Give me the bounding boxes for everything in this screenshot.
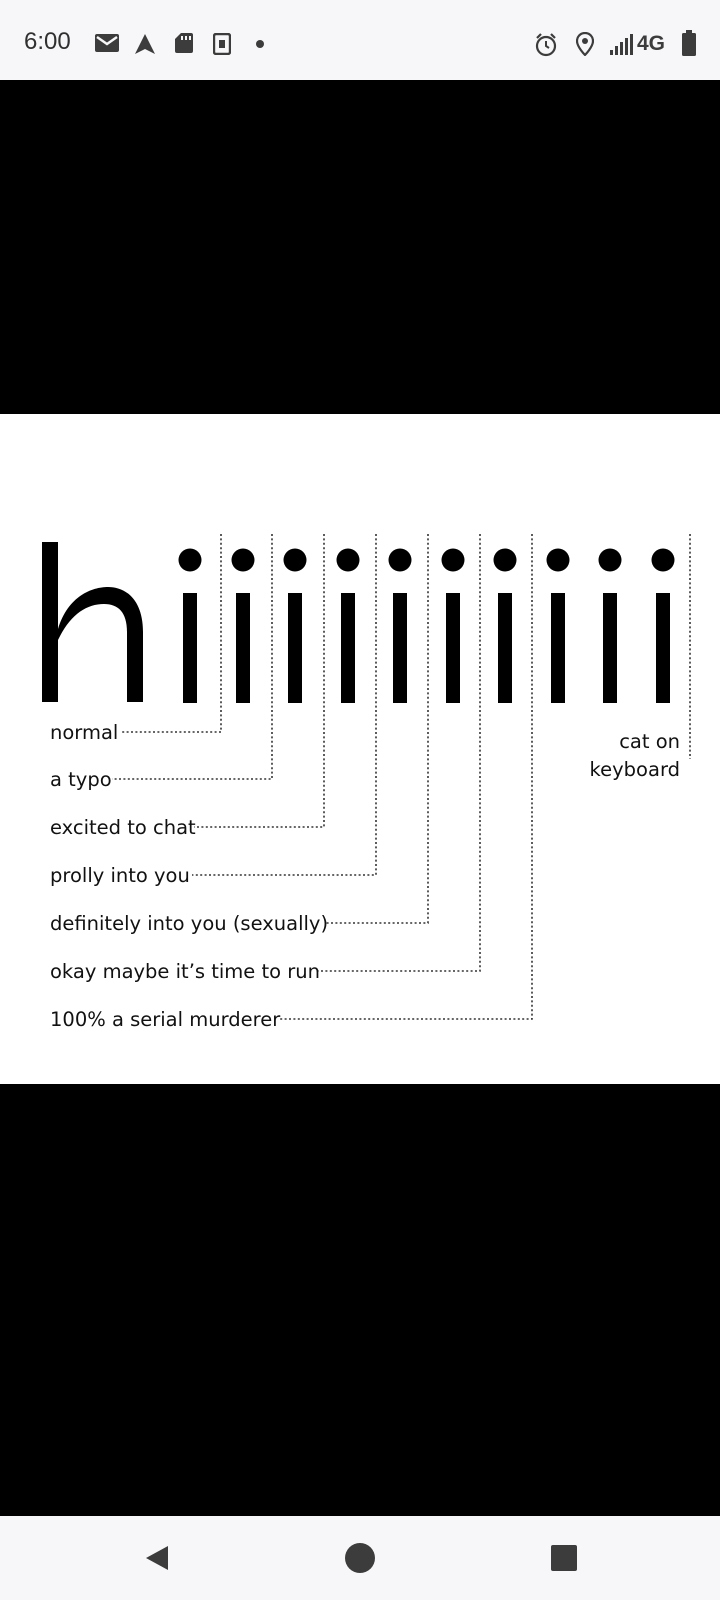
letter-i-group [178,548,675,703]
label-serial-murderer: 100% a serial murderer [50,1008,281,1031]
label-normal: normal [50,721,119,744]
location-icon [576,32,594,56]
nav-bar [0,1516,720,1600]
navigation-icon [135,34,155,54]
label-a-typo: a typo [50,768,112,791]
label-time-to-run: okay maybe it’s time to run [50,960,321,983]
gmail-icon [95,34,119,52]
sd-card-icon [175,33,193,53]
recents-button[interactable] [548,1542,580,1574]
label-cat-on-keyboard: cat on keyboard [589,730,680,781]
status-time: 6:00 [24,28,71,55]
dot-icon [256,40,264,48]
status-bar: 6:00 4G [0,0,720,80]
alarm-icon [535,33,557,57]
battery-icon [682,30,696,56]
home-button[interactable] [344,1542,376,1574]
label-excited-to-chat: excited to chat [50,816,196,839]
signal-icon [610,34,633,55]
back-button[interactable] [142,1542,174,1574]
meme-image: normal a typo excited to chat prolly int… [0,414,720,1084]
app-notification-icon [213,33,231,55]
network-type-label: 4G [637,32,666,55]
letter-h [42,542,143,702]
label-prolly-into-you: prolly into you [50,864,190,887]
label-definitely-into-you: definitely into you (sexually) [50,912,329,935]
